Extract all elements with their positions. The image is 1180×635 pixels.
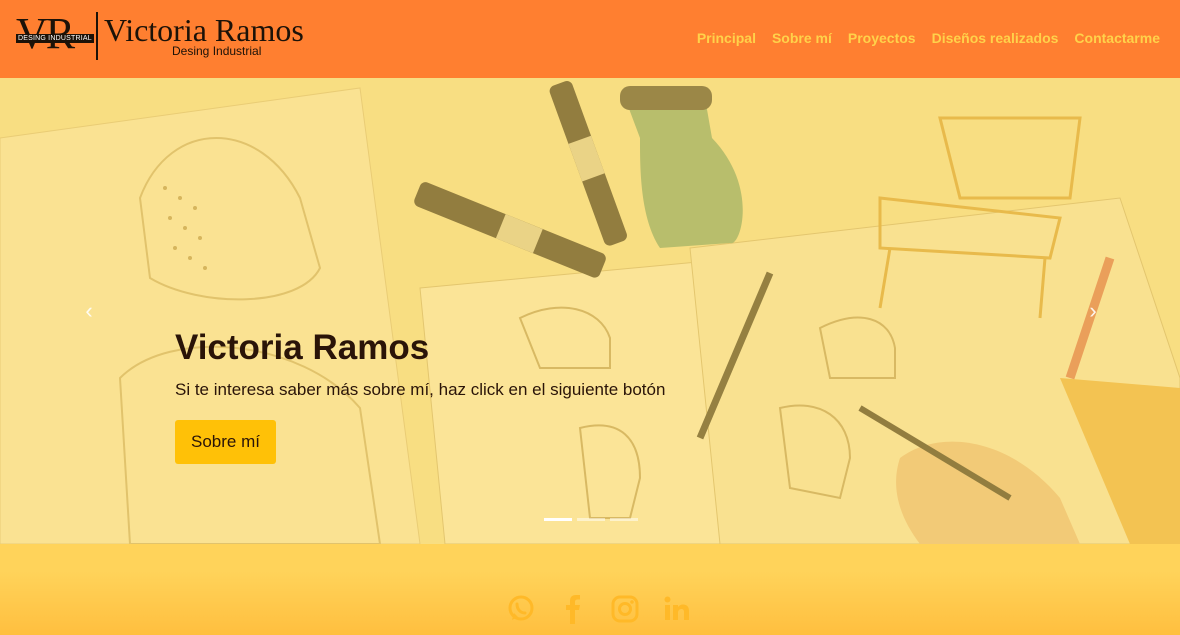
hero-overlay	[0, 78, 1180, 544]
logo-tagline: DESING INDUSTRIAL	[16, 34, 94, 43]
logo-name: Victoria Ramos	[104, 12, 304, 48]
main-nav: Principal Sobre mí Proyectos Diseños rea…	[697, 28, 1160, 48]
carousel-indicator-1[interactable]	[544, 518, 572, 521]
linkedin-icon[interactable]	[662, 594, 692, 624]
hero-carousel: ‹ › Victoria Ramos Si te interesa saber …	[0, 78, 1180, 544]
instagram-icon[interactable]	[610, 594, 640, 624]
nav-link-sobre-mi[interactable]: Sobre mí	[772, 28, 832, 48]
logo-divider	[96, 12, 98, 60]
hero-text: Si te interesa saber más sobre mí, haz c…	[175, 380, 666, 399]
sobre-mi-button[interactable]: Sobre mí	[175, 420, 276, 464]
nav-link-contactarme[interactable]: Contactarme	[1074, 28, 1160, 48]
hero-caption: Victoria Ramos Si te interesa saber más …	[175, 326, 795, 464]
hero-title: Victoria Ramos	[175, 328, 430, 367]
carousel-prev-button[interactable]: ‹	[74, 300, 104, 322]
nav-link-disenos-realizados[interactable]: Diseños realizados	[932, 28, 1059, 48]
nav-link-principal[interactable]: Principal	[697, 28, 756, 48]
whatsapp-icon[interactable]	[506, 594, 536, 624]
carousel-indicator-3[interactable]	[610, 518, 638, 521]
logo-subtitle: Desing Industrial	[172, 44, 262, 58]
chevron-right-icon: ›	[1089, 298, 1097, 323]
carousel-next-button[interactable]: ›	[1078, 300, 1108, 322]
carousel-indicator-2[interactable]	[577, 518, 605, 521]
logo[interactable]: VR DESING INDUSTRIAL Victoria Ramos Desi…	[14, 8, 334, 64]
site-header: VR DESING INDUSTRIAL Victoria Ramos Desi…	[0, 0, 1180, 78]
social-links	[506, 594, 692, 624]
nav-link-proyectos[interactable]: Proyectos	[848, 28, 916, 48]
site-footer	[0, 544, 1180, 635]
facebook-icon[interactable]	[558, 594, 588, 624]
chevron-left-icon: ‹	[85, 298, 93, 323]
carousel-indicators	[544, 518, 638, 521]
